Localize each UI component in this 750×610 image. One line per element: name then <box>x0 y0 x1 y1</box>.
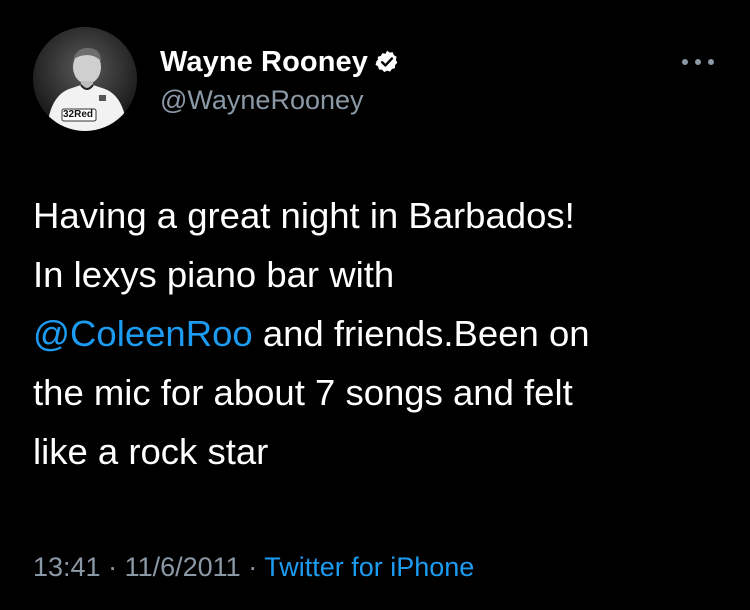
more-dot <box>708 59 714 65</box>
avatar-sponsor-text: 32Red <box>63 109 94 120</box>
tweet-text: Having a great night in Barbados! In lex… <box>33 186 723 481</box>
more-dot <box>695 59 701 65</box>
avatar[interactable]: 32Red <box>33 27 137 131</box>
meta-separator: · <box>100 552 125 582</box>
tweet-line: like a rock star <box>33 431 269 472</box>
name-row: Wayne Rooney <box>160 44 400 80</box>
tweet-source-link[interactable]: Twitter for iPhone <box>264 552 474 582</box>
tweet-meta: 13:41 · 11/6/2011 · Twitter for iPhone <box>33 552 474 583</box>
tweet-date[interactable]: 11/6/2011 <box>125 552 241 582</box>
more-horizontal-icon[interactable] <box>682 50 714 74</box>
mention-link[interactable]: @ColeenRoo <box>33 313 253 354</box>
user-handle[interactable]: @WayneRooney <box>160 85 364 116</box>
meta-separator: · <box>240 552 265 582</box>
tweet-card: 32Red Wayne Rooney @WayneRooney Having a… <box>0 0 750 610</box>
display-name[interactable]: Wayne Rooney <box>160 46 368 79</box>
tweet-line: and friends.Been on <box>252 313 590 354</box>
tweet-line: In lexys piano bar with <box>33 254 395 295</box>
more-dot <box>682 59 688 65</box>
tweet-line: the mic for about 7 songs and felt <box>33 372 573 413</box>
tweet-line: Having a great night in Barbados! <box>33 195 575 236</box>
verified-badge-icon <box>374 49 400 75</box>
tweet-time[interactable]: 13:41 <box>33 552 101 582</box>
